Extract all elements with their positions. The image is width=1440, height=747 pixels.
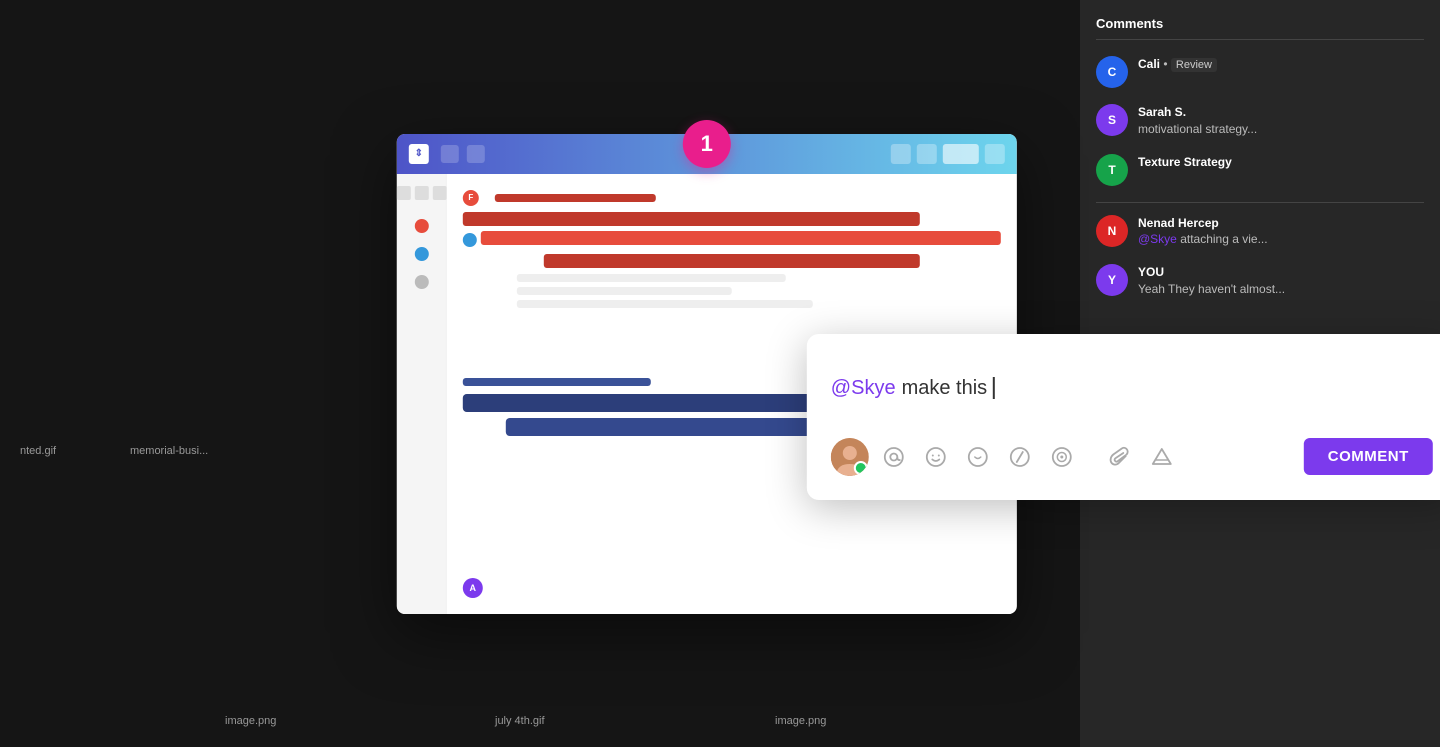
avatar: S — [1096, 104, 1128, 136]
sidebar-title: Comments — [1096, 16, 1424, 40]
avatar-face — [831, 438, 869, 476]
gantt-dot-indicator — [463, 233, 477, 247]
bg-label-july: july 4th.gif — [495, 715, 545, 727]
comment-input-area[interactable]: @Skye make this — [831, 358, 1433, 418]
notification-count: 1 — [701, 131, 713, 157]
comment-toolbar-icons — [881, 444, 1175, 470]
avatar: C — [1096, 56, 1128, 88]
comment-text: • — [1163, 57, 1171, 71]
attach-icon[interactable] — [1107, 444, 1133, 470]
sidebar-divider: N Nenad Hercep @Skye attaching a vie... — [1096, 202, 1424, 249]
gantt-row — [463, 231, 1001, 250]
gantt-bar — [481, 231, 1001, 245]
gantt-section-red: F — [463, 190, 1001, 308]
list-item[interactable]: N Nenad Hercep @Skye attaching a vie... — [1096, 215, 1424, 249]
commenter-name: Sarah S. — [1138, 104, 1257, 121]
gantt-avatar: F — [463, 190, 479, 206]
commenter-name: Cali — [1138, 57, 1160, 71]
at-mention-icon[interactable] — [881, 444, 907, 470]
gantt-label-bar — [463, 378, 651, 386]
comment-submit-button[interactable]: COMMENT — [1304, 438, 1433, 475]
toolbar-icon[interactable] — [414, 186, 428, 200]
bg-label-nted: nted.gif — [20, 445, 56, 457]
header-bell-icon[interactable] — [891, 144, 911, 164]
avatar-svg — [831, 438, 869, 476]
comment-body-text: make this — [902, 373, 988, 403]
row-indicator-dot — [414, 275, 428, 289]
header-menu-icon[interactable] — [943, 144, 979, 164]
notification-badge: 1 — [683, 120, 731, 168]
avatar: N — [1096, 215, 1128, 247]
commenter-avatar — [831, 438, 869, 476]
bg-label-memorial: memorial-busi... — [130, 445, 208, 457]
preview-logo: ⇕ — [409, 144, 429, 164]
row-indicator-dot — [414, 247, 428, 261]
gantt-bar — [543, 254, 920, 268]
gantt-bar-label — [495, 194, 656, 202]
emoji-icon[interactable] — [923, 444, 949, 470]
header-profile-icon[interactable] — [985, 144, 1005, 164]
header-icon — [467, 145, 485, 163]
modal-container: 1 ⇕ — [377, 134, 1037, 614]
toolbar-icon[interactable] — [397, 186, 411, 200]
logo-icon: ⇕ — [415, 148, 423, 159]
commenter-name: Texture Strategy — [1138, 154, 1232, 171]
sidebar-title-text: Comments — [1096, 16, 1163, 31]
toolbar-icon[interactable] — [432, 186, 446, 200]
comment-preview: @Skye attaching a vie... — [1138, 231, 1268, 248]
comment-preview: motivational strategy... — [1138, 121, 1257, 138]
list-item[interactable]: S Sarah S. motivational strategy... — [1096, 104, 1424, 138]
header-icon — [441, 145, 459, 163]
toolbar-icons — [397, 186, 447, 200]
gantt-row-header: F — [463, 190, 1001, 206]
bg-label-image: image.png — [225, 715, 276, 727]
text-cursor — [993, 377, 995, 399]
gantt-bar-placeholder — [517, 287, 732, 295]
comment-popup: @Skye make this — [807, 334, 1440, 500]
comment-preview: Yeah They haven't almost... — [1138, 281, 1285, 298]
commenter-name: YOU — [1138, 264, 1285, 281]
bottom-avatar: A — [463, 578, 483, 598]
avatar: T — [1096, 154, 1128, 186]
smiley-icon[interactable] — [965, 444, 991, 470]
gantt-bar-placeholder — [517, 274, 786, 282]
gantt-bar — [463, 212, 920, 226]
slash-icon[interactable] — [1007, 444, 1033, 470]
bg-label-image2: image.png — [775, 715, 826, 727]
list-item[interactable]: Y YOU Yeah They haven't almost... — [1096, 264, 1424, 298]
header-search-icon[interactable] — [917, 144, 937, 164]
row-indicator-dot — [414, 219, 428, 233]
commenter-name: Nenad Hercep — [1138, 215, 1268, 232]
avatar: Y — [1096, 264, 1128, 296]
header-icons — [891, 144, 1005, 164]
comment-mention: @Skye — [831, 373, 896, 403]
gantt-bar-placeholder — [517, 300, 813, 308]
drive-icon[interactable] — [1149, 444, 1175, 470]
list-item[interactable]: C Cali • Review — [1096, 56, 1424, 88]
list-item[interactable]: T Texture Strategy — [1096, 154, 1424, 186]
comment-footer: COMMENT — [831, 438, 1433, 476]
comment-tag: Review — [1171, 58, 1217, 72]
preview-left-sidebar — [397, 174, 447, 614]
target-icon[interactable] — [1049, 444, 1075, 470]
